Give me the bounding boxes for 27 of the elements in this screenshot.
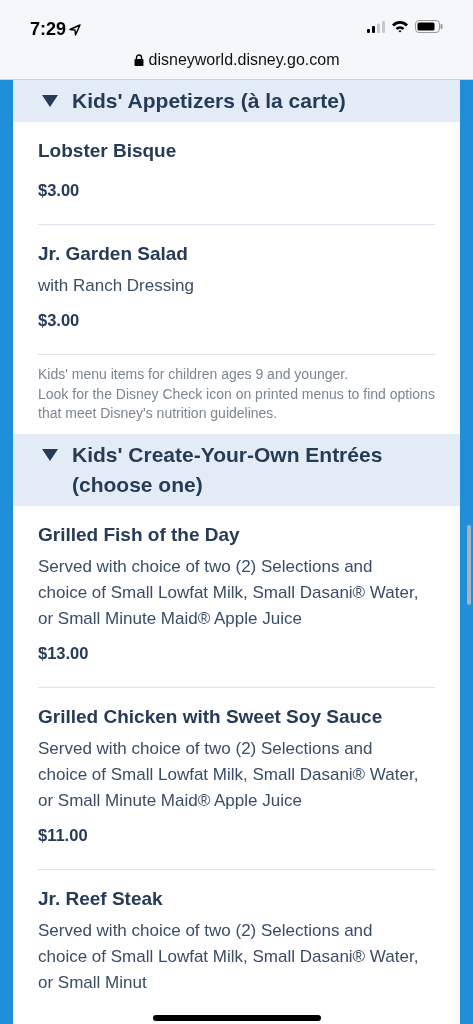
item-price: $3.00 <box>38 180 81 201</box>
battery-icon <box>415 20 443 33</box>
item-description: Served with choice of two (2) Selections and choice of Small Lowfat Milk, Small Dasani® Water, or Small Minute Maid® Apple Juice <box>38 737 420 812</box>
location-arrow-icon <box>69 23 82 36</box>
item-description: Served with choice of two (2) Selections and choice of Small Lowfat Milk, Small Dasani® Water, or Small Minute Maid® Apple Juice <box>38 555 420 630</box>
section-title: Kids' Create-Your-Own Entrées (choose one) <box>72 441 384 498</box>
signal-icon <box>367 20 385 33</box>
item-name: Grilled Chicken with Sweet Soy Sauce <box>38 704 384 729</box>
item-price: $11.00 <box>38 824 89 846</box>
menu-note: Kids' menu items for children ages 9 and younger. Look for the Disney Check icon on printed menus to find options that meet Disney's nutrition guidelines. <box>38 365 435 423</box>
triangle-icon <box>42 95 58 107</box>
status-time: 7:29 <box>30 18 67 41</box>
home-indicator[interactable] <box>153 1015 321 1021</box>
item-name: Jr. Reef Steak <box>38 886 164 911</box>
section-title: Kids' Appetizers (à la carte) <box>72 88 346 114</box>
item-price: $13.00 <box>38 642 90 664</box>
wifi-icon <box>391 20 409 33</box>
item-description: Served with choice of two (2) Selections and choice of Small Lowfat Milk, Small Dasani® Water, or Small Minut <box>38 919 420 994</box>
lock-icon <box>133 54 144 66</box>
section-header[interactable]: Kids' Appetizers (à la carte) <box>13 80 460 122</box>
item-name: Jr. Garden Salad <box>38 242 189 266</box>
section-header[interactable]: Kids' Create-Your-Own Entrées (choose one) <box>13 433 460 506</box>
triangle-icon <box>42 448 58 461</box>
item-name: Lobster Bisque <box>38 139 178 163</box>
item-price: $3.00 <box>38 310 81 331</box>
item-name: Grilled Fish of the Day <box>38 522 241 547</box>
item-description: with Ranch Dressing <box>38 275 195 297</box>
